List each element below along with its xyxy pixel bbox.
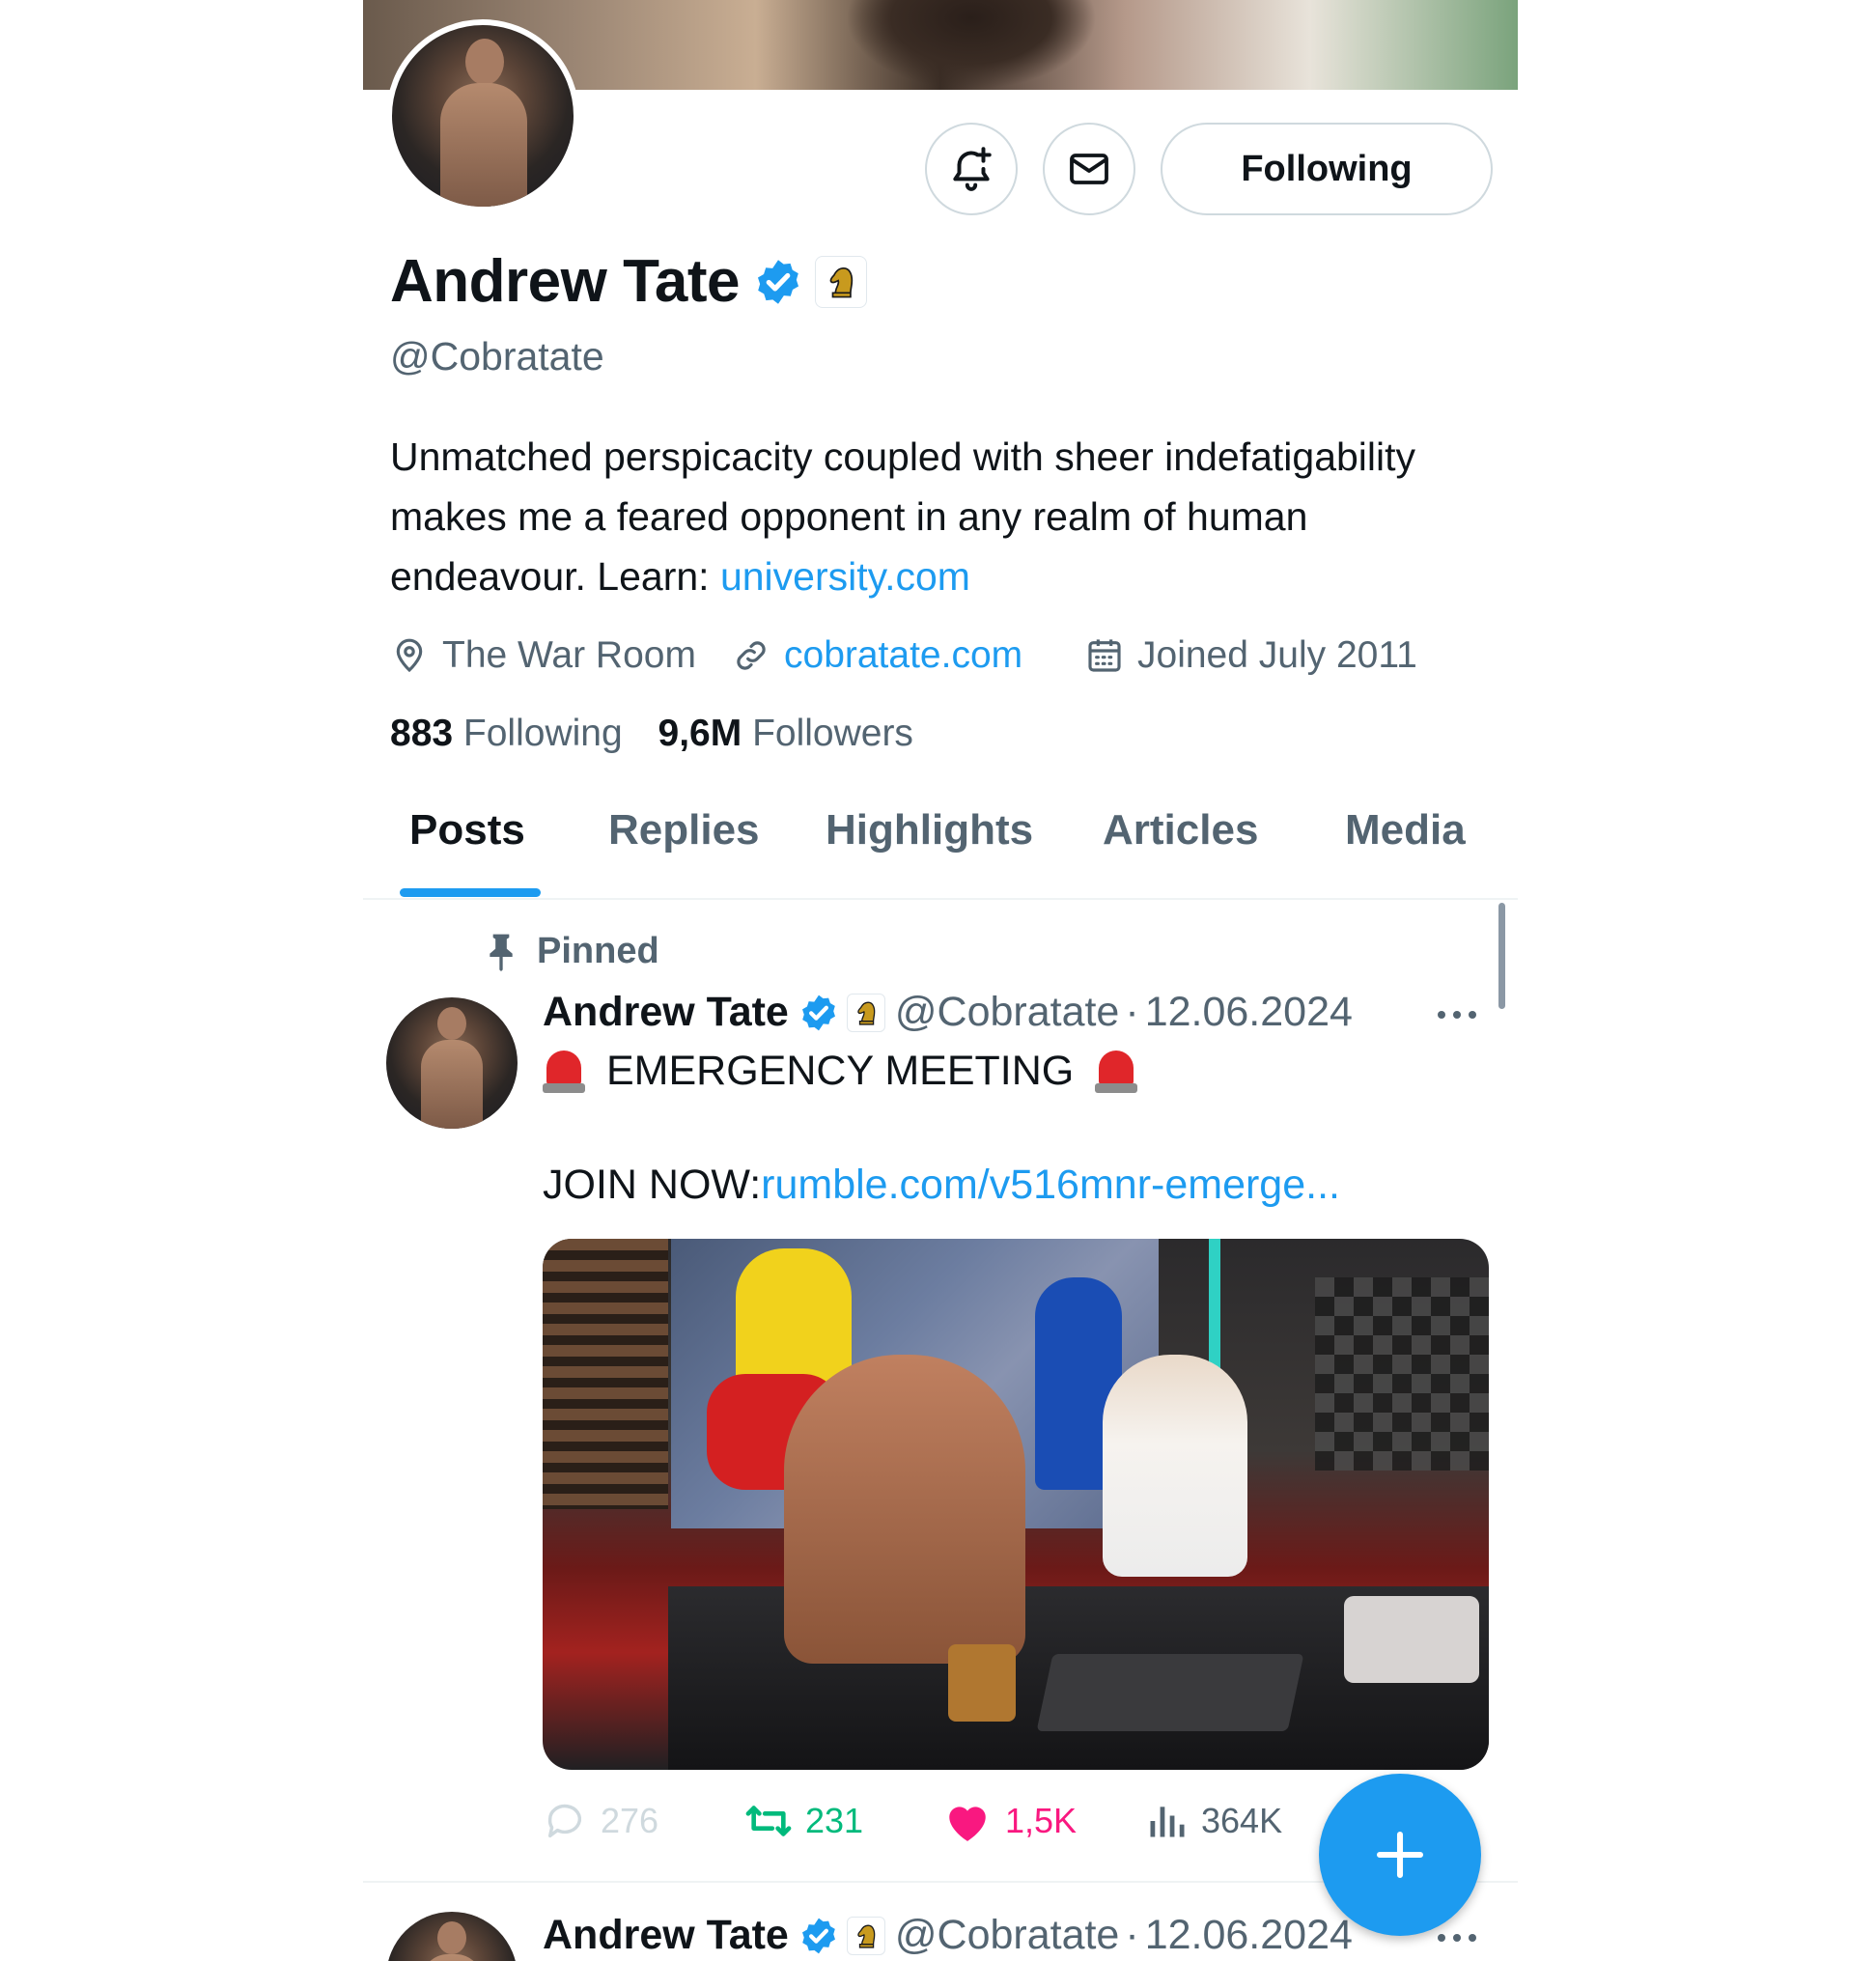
like-count: 1,5K: [1005, 1801, 1078, 1840]
plus-icon: [1376, 1831, 1424, 1879]
post-avatar[interactable]: [386, 997, 518, 1129]
envelope-icon: [1070, 154, 1108, 184]
affiliate-badge[interactable]: [846, 1916, 885, 1955]
post-join-prefix: JOIN NOW:: [543, 1162, 762, 1208]
reply-count: 276: [601, 1801, 659, 1840]
tab-highlights[interactable]: Highlights: [826, 806, 1033, 854]
like-action[interactable]: 1,5K: [943, 1792, 1077, 1850]
post-date[interactable]: 12.06.2024: [1145, 1912, 1353, 1959]
following-button[interactable]: Following: [1161, 123, 1493, 215]
post-author-name[interactable]: Andrew Tate: [543, 1912, 789, 1959]
location-pin-icon: [396, 638, 423, 673]
post-header: Andrew Tate @Cobratate · 12.06.2024: [543, 1912, 1353, 1959]
post-author-handle[interactable]: @Cobratate: [895, 989, 1120, 1036]
affiliate-badge[interactable]: [814, 255, 867, 308]
more-dots-icon[interactable]: [1435, 1008, 1479, 1022]
tab-articles[interactable]: Articles: [1103, 806, 1258, 854]
bell-plus-icon: [953, 147, 992, 191]
website-link[interactable]: cobratate.com: [784, 634, 1022, 677]
post-date[interactable]: 12.06.2024: [1145, 989, 1353, 1036]
police-light-emoji: [1095, 1047, 1138, 1095]
verified-badge-icon: [801, 1918, 835, 1953]
profile-avatar[interactable]: [386, 19, 579, 212]
chess-knight-icon: [829, 266, 854, 297]
following-count: 883: [390, 713, 454, 754]
verified-badge-icon: [757, 259, 798, 304]
post-separator: ·: [1125, 1912, 1139, 1958]
tab-replies[interactable]: Replies: [608, 806, 760, 854]
views-chart-icon: [1150, 1807, 1185, 1837]
profile-handle: @Cobratate: [390, 334, 604, 378]
reply-icon: [547, 1804, 582, 1838]
location: The War Room: [390, 631, 696, 680]
tab-posts[interactable]: Posts: [409, 806, 525, 854]
profile-tabs: Posts Replies Highlights Articles Media: [363, 792, 1518, 900]
post-text-line1: EMERGENCY MEETING: [606, 1047, 1075, 1094]
post-join-link[interactable]: rumble.com/v516mnr-emerge...: [761, 1162, 1340, 1209]
pinned-text: Pinned: [537, 931, 659, 971]
active-tab-indicator: [400, 888, 541, 897]
calendar-icon: [1088, 639, 1121, 672]
chess-knight-icon: [857, 1001, 876, 1025]
message-button[interactable]: [1043, 123, 1135, 215]
profile-bio: Unmatched perspicacity coupled with shee…: [390, 427, 1471, 606]
repost-count: 231: [805, 1801, 864, 1840]
profile-name: Andrew Tate: [390, 248, 740, 315]
post-author-handle[interactable]: @Cobratate: [895, 1912, 1120, 1959]
join-date: Joined July 2011: [1085, 631, 1417, 680]
tab-media[interactable]: Media: [1345, 806, 1466, 854]
post-media-image[interactable]: [543, 1239, 1489, 1770]
followers-count-link[interactable]: 9,6M Followers: [658, 713, 913, 754]
pinned-label: Pinned: [485, 931, 659, 972]
followers-label: Followers: [752, 713, 913, 754]
post-author-name[interactable]: Andrew Tate: [543, 989, 789, 1036]
views-action[interactable]: 364K: [1145, 1792, 1282, 1850]
police-light-emoji: [543, 1047, 585, 1095]
pin-icon: [490, 934, 513, 971]
followers-count: 9,6M: [658, 713, 742, 754]
post-separator: ·: [1125, 989, 1139, 1035]
repost-action[interactable]: 231: [743, 1792, 863, 1850]
scrollbar[interactable]: [1498, 903, 1505, 1009]
following-count-link[interactable]: 883 Following: [390, 713, 623, 754]
post-line-emergency: EMERGENCY MEETING: [543, 1047, 1138, 1095]
following-label: Following: [462, 713, 623, 754]
compose-button[interactable]: [1319, 1774, 1481, 1936]
profile-name-row: Andrew Tate: [390, 247, 867, 316]
verified-badge-icon: [801, 995, 835, 1030]
bio-link[interactable]: university.com: [720, 554, 970, 599]
repost-icon: [745, 1806, 792, 1836]
reply-action[interactable]: 276: [543, 1792, 658, 1850]
location-text: The War Room: [442, 634, 696, 676]
post-line-join: JOIN NOW: rumble.com/v516mnr-emerge...: [543, 1162, 1340, 1209]
post-avatar[interactable]: [386, 1912, 518, 1961]
more-dots-icon[interactable]: [1435, 1931, 1479, 1945]
join-date-text: Joined July 2011: [1137, 634, 1417, 676]
profile-column: Following Andrew Tate @Cobratate Unmatch…: [363, 0, 1518, 1961]
post-header: Andrew Tate @Cobratate · 12.06.2024: [543, 989, 1353, 1036]
affiliate-badge[interactable]: [846, 993, 885, 1032]
views-count: 364K: [1201, 1801, 1283, 1840]
link-icon: [737, 641, 766, 670]
notify-button[interactable]: [925, 123, 1018, 215]
follow-counts: 883 Following 9,6M Followers: [390, 713, 913, 755]
website[interactable]: cobratate.com: [732, 631, 1022, 680]
heart-icon: [949, 1807, 986, 1841]
chess-knight-icon: [857, 1924, 876, 1948]
